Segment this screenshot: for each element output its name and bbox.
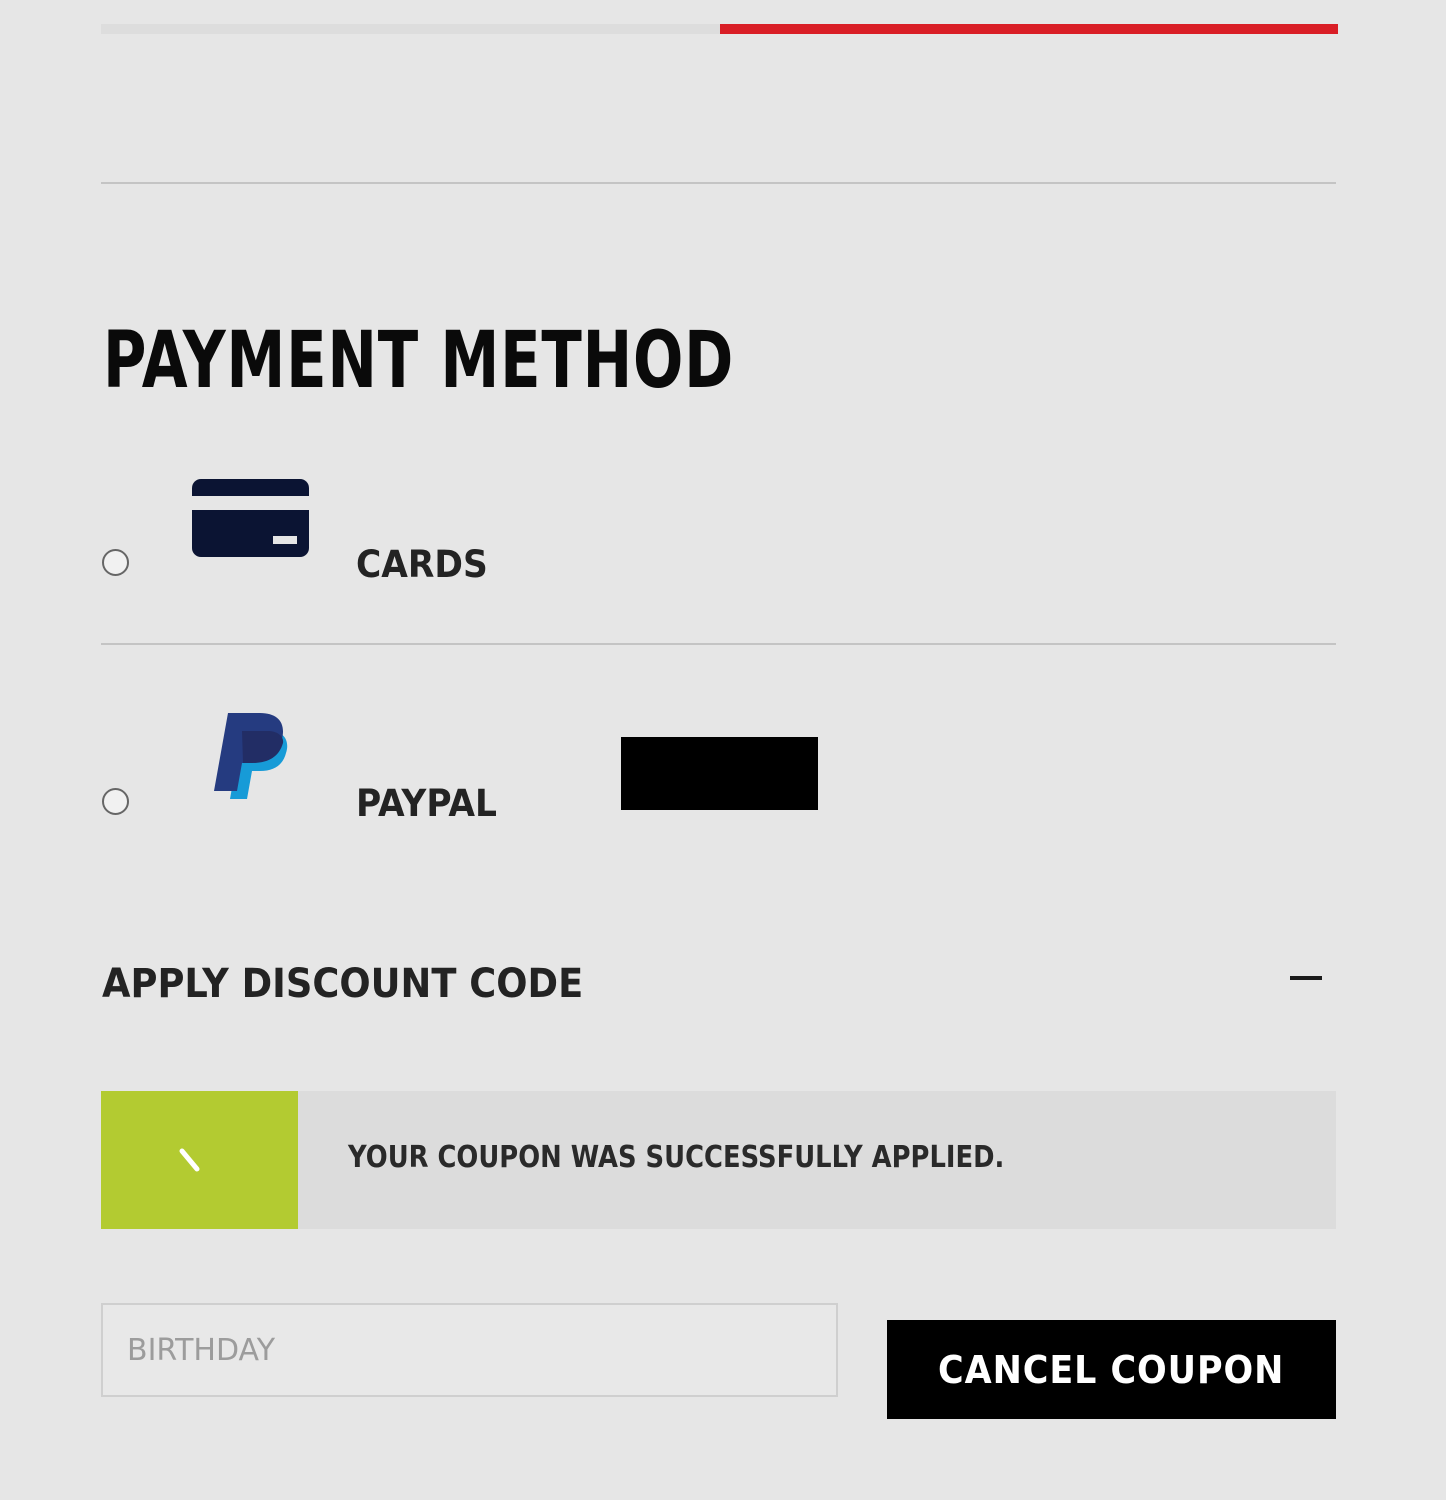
cancel-coupon-label: CANCEL COUPON — [938, 1347, 1285, 1392]
alert-icon-box — [101, 1091, 298, 1229]
minus-icon — [1290, 976, 1322, 980]
progress-fill — [719, 24, 1338, 34]
paypal-icon — [212, 711, 290, 805]
redacted-block — [621, 737, 818, 810]
alert-message: YOUR COUPON WAS SUCCESSFULLY APPLIED. — [348, 1140, 1005, 1175]
coupon-success-alert: YOUR COUPON WAS SUCCESSFULLY APPLIED. — [101, 1091, 1336, 1229]
collapse-toggle[interactable] — [1285, 960, 1327, 1000]
checkout-progress-bar — [101, 24, 1338, 34]
cards-radio[interactable] — [102, 549, 129, 576]
paypal-label[interactable]: PAYPAL — [356, 782, 497, 826]
credit-card-icon — [192, 479, 309, 561]
paypal-radio[interactable] — [102, 788, 129, 815]
method-divider — [101, 643, 1336, 645]
coupon-code-input[interactable] — [101, 1303, 838, 1397]
discount-heading: APPLY DISCOUNT CODE — [102, 961, 584, 1007]
page-title: PAYMENT METHOD — [103, 316, 735, 406]
section-divider — [101, 182, 1336, 184]
check-icon — [179, 1148, 200, 1172]
cancel-coupon-button[interactable]: CANCEL COUPON — [887, 1320, 1336, 1419]
cards-label[interactable]: CARDS — [356, 543, 488, 587]
